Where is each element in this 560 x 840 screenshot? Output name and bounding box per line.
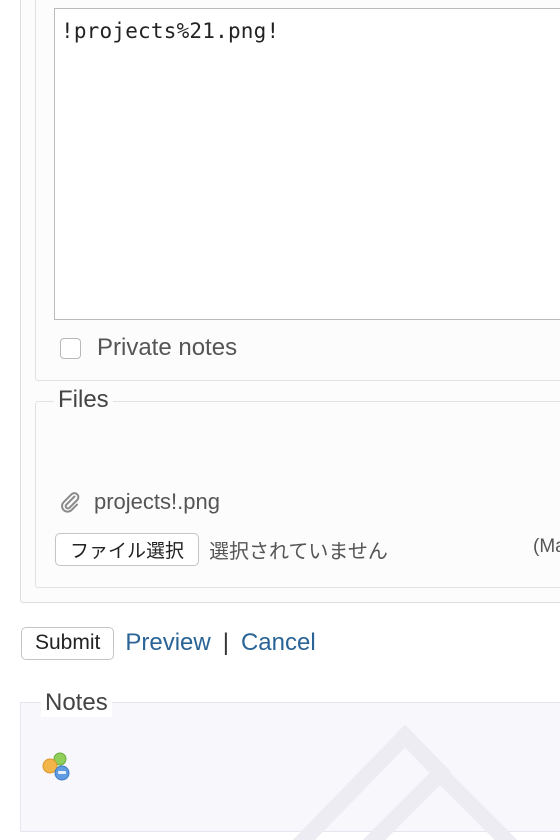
max-size-hint: (Ma xyxy=(533,536,560,557)
submit-button[interactable]: Submit xyxy=(21,626,115,660)
issue-edit-page: !projects%21.png! Private notes Files pr… xyxy=(0,0,560,840)
choose-file-button[interactable]: ファイル選択 xyxy=(55,532,200,566)
paperclip-icon xyxy=(58,490,82,514)
actions-separator: | xyxy=(222,629,229,656)
files-legend: Files xyxy=(54,386,113,414)
attachment-item: projects!.png xyxy=(58,487,220,517)
private-notes-label[interactable]: Private notes xyxy=(97,334,237,362)
file-input-row: ファイル選択 選択されていません xyxy=(55,532,388,566)
private-notes-row[interactable]: Private notes xyxy=(60,334,237,362)
attachment-filename[interactable]: projects!.png xyxy=(94,489,220,515)
notes-history-box xyxy=(20,702,560,832)
users-group-icon xyxy=(40,751,72,783)
notes-history-legend: Notes xyxy=(41,689,112,717)
cancel-link[interactable]: Cancel xyxy=(241,629,316,657)
preview-link[interactable]: Preview xyxy=(125,629,210,657)
notes-textarea[interactable]: !projects%21.png! xyxy=(54,8,560,320)
form-actions: Submit Preview | Cancel xyxy=(21,626,316,660)
no-file-selected-text: 選択されていません xyxy=(209,538,388,563)
private-notes-checkbox[interactable] xyxy=(60,337,81,359)
